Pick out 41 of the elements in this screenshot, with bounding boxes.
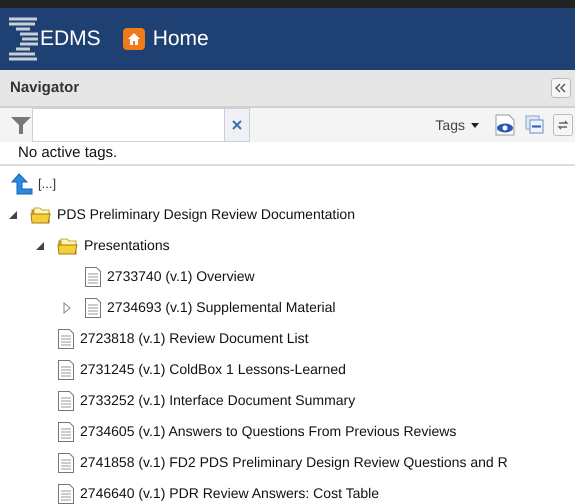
filter-field[interactable] bbox=[32, 108, 250, 142]
logo-icon bbox=[8, 17, 38, 61]
refresh-icon bbox=[557, 119, 569, 131]
folder-icon bbox=[57, 236, 79, 256]
up-arrow-icon[interactable] bbox=[10, 172, 34, 194]
folder-icon bbox=[30, 204, 52, 224]
document-icon bbox=[57, 358, 75, 380]
parent-link[interactable]: [...] bbox=[38, 174, 56, 194]
document-label[interactable]: 2734605 (v.1) Answers to Questions From Previous Reviews bbox=[80, 421, 456, 442]
panel-title: Navigator bbox=[10, 78, 80, 98]
collapse-all-icon[interactable] bbox=[525, 115, 545, 135]
document-label[interactable]: 2723818 (v.1) Review Document List bbox=[80, 328, 309, 349]
folder-label[interactable]: PDS Preliminary Design Review Documentation bbox=[57, 204, 356, 225]
document-label[interactable]: 2731245 (v.1) ColdBox 1 Lessons-Learned bbox=[80, 359, 346, 380]
folder-label[interactable]: Presentations bbox=[84, 235, 170, 256]
home-icon bbox=[122, 28, 145, 50]
document-icon bbox=[57, 328, 75, 350]
eye-icon[interactable] bbox=[495, 114, 515, 136]
document-label[interactable]: 2746640 (v.1) PDR Review Answers: Cost Table bbox=[80, 483, 380, 504]
document-label[interactable]: 2741858 (v.1) FD2 PDS Preliminary Design Review Questions and R bbox=[80, 452, 508, 473]
caret-icon bbox=[471, 122, 479, 128]
document-icon bbox=[84, 296, 102, 318]
document-label[interactable]: 2733740 (v.1) Overview bbox=[107, 266, 255, 287]
collapse-button[interactable] bbox=[551, 78, 571, 98]
clear-icon[interactable] bbox=[224, 109, 249, 141]
status-message: No active tags. bbox=[18, 142, 118, 163]
document-icon bbox=[57, 390, 75, 412]
expanded-icon[interactable] bbox=[8, 210, 18, 220]
document-label[interactable]: 2733252 (v.1) Interface Document Summary bbox=[80, 390, 356, 411]
refresh-button[interactable] bbox=[553, 114, 573, 136]
double-chevron-icon bbox=[555, 83, 567, 93]
expanded-icon[interactable] bbox=[35, 240, 45, 250]
tags-dropdown[interactable]: Tags bbox=[435, 114, 479, 136]
filter-icon bbox=[10, 114, 32, 136]
document-icon bbox=[57, 452, 75, 474]
logo-text: EDMS bbox=[40, 26, 101, 52]
document-icon bbox=[84, 266, 102, 288]
collapsed-icon[interactable] bbox=[62, 302, 72, 314]
document-icon bbox=[57, 420, 75, 442]
home-link[interactable]: Home bbox=[122, 23, 209, 55]
document-label[interactable]: 2734693 (v.1) Supplemental Material bbox=[107, 297, 336, 318]
